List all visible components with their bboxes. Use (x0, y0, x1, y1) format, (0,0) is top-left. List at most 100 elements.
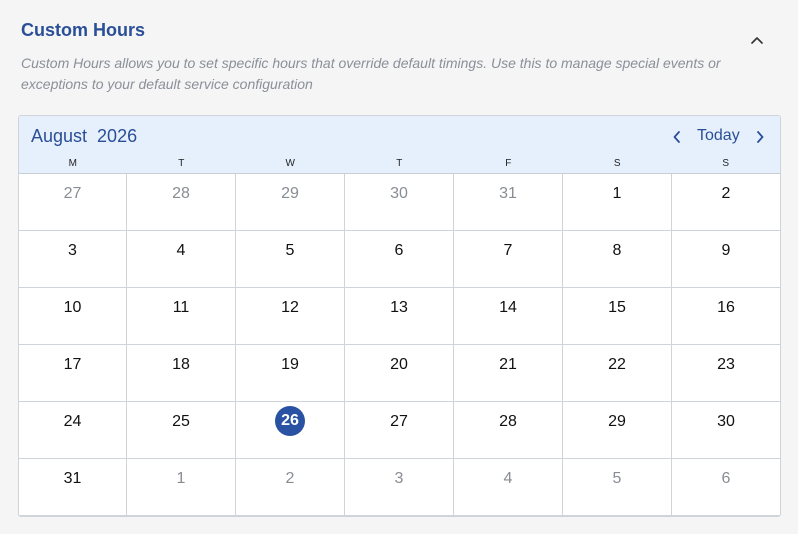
calendar-day[interactable]: 2 (672, 174, 780, 231)
day-number: 27 (63, 185, 82, 202)
day-number: 27 (390, 413, 408, 430)
day-number: 14 (499, 299, 517, 316)
calendar-day-today[interactable]: 26 (236, 402, 345, 459)
calendar-day[interactable]: 15 (563, 288, 672, 345)
day-number: 6 (721, 470, 731, 487)
calendar: August 2026 Today MTWTFSS 27 28 29 30 31 1 2 3 4… (18, 115, 781, 517)
calendar-day[interactable]: 31 (19, 459, 127, 516)
calendar-day[interactable]: 14 (454, 288, 563, 345)
day-number: 2 (721, 185, 731, 202)
calendar-day[interactable]: 29 (236, 174, 345, 231)
calendar-header: August 2026 Today M T W T F S S (19, 116, 780, 174)
day-number: 29 (608, 413, 626, 430)
calendar-day[interactable]: 3 (19, 231, 127, 288)
day-number: 7 (503, 242, 513, 259)
calendar-day[interactable]: 8 (563, 231, 672, 288)
calendar-day[interactable]: 19 (236, 345, 345, 402)
calendar-day[interactable]: 6 (345, 231, 454, 288)
calendar-day[interactable]: 10 (19, 288, 127, 345)
calendar-day[interactable]: 28 (127, 174, 236, 231)
weekday-label: T (396, 158, 403, 169)
day-number: 1 (612, 185, 622, 202)
calendar-day[interactable]: 28 (454, 402, 563, 459)
weekday-label: W (285, 158, 296, 169)
calendar-day[interactable]: 9 (672, 231, 780, 288)
day-number: 16 (717, 299, 735, 316)
calendar-day[interactable]: 11 (127, 288, 236, 345)
day-number: 13 (390, 299, 408, 316)
day-number: 5 (285, 242, 295, 259)
calendar-day[interactable]: 17 (19, 345, 127, 402)
calendar-day[interactable]: 4 (127, 231, 236, 288)
calendar-day[interactable]: 5 (563, 459, 672, 516)
calendar-day[interactable]: 3 (345, 459, 454, 516)
day-number: 3 (394, 470, 404, 487)
calendar-day[interactable]: 27 (345, 402, 454, 459)
day-number: 30 (717, 413, 735, 430)
day-number: 18 (172, 356, 190, 373)
day-number: 6 (394, 242, 404, 259)
day-number: 24 (63, 413, 82, 430)
day-number: 20 (390, 356, 408, 373)
section-description: Custom Hours allows you to set specific … (21, 55, 721, 92)
calendar-day[interactable]: 21 (454, 345, 563, 402)
day-number: 11 (172, 299, 190, 316)
weekday-label: M (68, 158, 78, 169)
day-number: 12 (281, 299, 299, 316)
day-number: 3 (68, 242, 77, 259)
calendar-day[interactable]: 4 (454, 459, 563, 516)
day-number: 10 (63, 299, 82, 316)
calendar-day[interactable]: 6 (672, 459, 780, 516)
day-number: 17 (63, 356, 82, 373)
day-number: 5 (612, 470, 622, 487)
chevron-right-icon (757, 131, 764, 143)
calendar-day[interactable]: 27 (19, 174, 127, 231)
day-number: 22 (608, 356, 626, 373)
calendar-day[interactable]: 23 (672, 345, 780, 402)
calendar-day[interactable]: 16 (672, 288, 780, 345)
calendar-day[interactable]: 29 (563, 402, 672, 459)
day-number: 4 (503, 470, 513, 487)
calendar-day[interactable]: 25 (127, 402, 236, 459)
collapse-button[interactable] (746, 30, 768, 50)
day-number: 2 (285, 470, 295, 487)
day-number: 19 (281, 356, 299, 373)
day-number: 8 (612, 242, 622, 259)
calendar-day[interactable]: 20 (345, 345, 454, 402)
weekday-label: F (505, 158, 512, 169)
weekday-header-row: MTWTFSS (19, 158, 780, 172)
calendar-day[interactable]: 2 (236, 459, 345, 516)
chevron-up-icon (751, 37, 763, 44)
calendar-grid: 27 28 29 30 31 1 2 3 4 5 6 7 8 9 10 11 12 13 14 15 16 17 18 19 2… (19, 174, 780, 516)
calendar-day[interactable]: 13 (345, 288, 454, 345)
day-number: 31 (499, 185, 517, 202)
calendar-day[interactable]: 30 (672, 402, 780, 459)
calendar-day[interactable]: 1 (127, 459, 236, 516)
calendar-day[interactable]: 7 (454, 231, 563, 288)
calendar-day[interactable]: 12 (236, 288, 345, 345)
calendar-day[interactable]: 24 (19, 402, 127, 459)
calendar-day[interactable]: 5 (236, 231, 345, 288)
day-number: 28 (499, 413, 517, 430)
day-number: 15 (608, 299, 626, 316)
weekday-label: S (722, 158, 730, 169)
day-number: 25 (172, 413, 190, 430)
weekday-label: S (613, 158, 622, 169)
today-button[interactable]: Today (697, 127, 740, 145)
day-number: 29 (281, 185, 299, 202)
next-month-button[interactable] (750, 127, 770, 147)
previous-month-button[interactable] (667, 127, 687, 147)
day-number: 23 (717, 356, 735, 373)
calendar-day[interactable]: 18 (127, 345, 236, 402)
day-number: 1 (176, 470, 186, 487)
day-number: 21 (499, 356, 517, 373)
weekday-label: T (178, 158, 185, 169)
calendar-day[interactable]: 31 (454, 174, 563, 231)
calendar-day[interactable]: 30 (345, 174, 454, 231)
day-number: 30 (390, 185, 408, 202)
day-number: 28 (172, 185, 190, 202)
month-label: August 2026 (31, 126, 138, 146)
calendar-day[interactable]: 22 (563, 345, 672, 402)
section-title: Custom Hours (21, 20, 146, 40)
calendar-day[interactable]: 1 (563, 174, 672, 231)
